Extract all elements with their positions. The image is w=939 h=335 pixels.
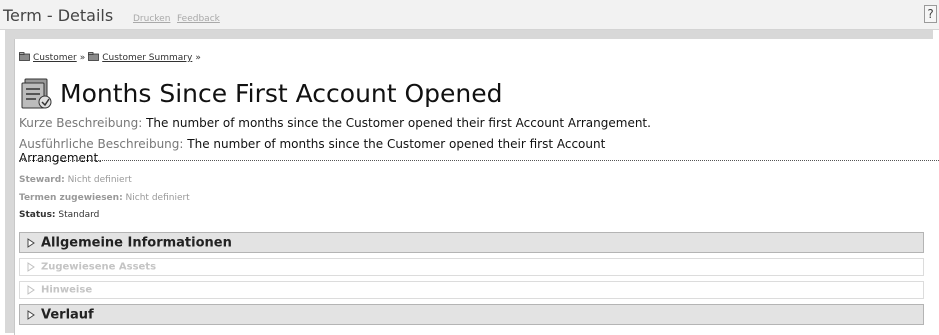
breadcrumb-separator: » xyxy=(195,53,201,63)
steward-value: Nicht definiert xyxy=(67,175,132,185)
divider xyxy=(19,160,939,161)
short-description: Kurze Beschreibung: The number of months… xyxy=(19,116,651,130)
section-zugewiesene-assets[interactable]: Zugewiesene Assets xyxy=(19,258,924,276)
section-hinweise[interactable]: Hinweise xyxy=(19,281,924,299)
section-label: Hinweise xyxy=(41,284,93,296)
section-label: Verlauf xyxy=(41,307,94,322)
breadcrumb: Customer» Customer Summary» xyxy=(19,52,204,63)
steward-label: Steward: xyxy=(19,175,65,185)
expand-arrow-icon xyxy=(27,285,35,295)
breadcrumb-link-customer-summary[interactable]: Customer Summary xyxy=(102,53,192,63)
status-label: Status: xyxy=(19,210,56,220)
short-description-value: The number of months since the Customer … xyxy=(146,116,651,130)
title-bar: Term - Details Drucken Feedback ? xyxy=(0,0,939,30)
assigned-row: Termen zugewiesen: Nicht definiert xyxy=(19,193,190,203)
expand-arrow-icon xyxy=(27,309,35,320)
steward-row: Steward: Nicht definiert xyxy=(19,175,132,185)
breadcrumb-link-customer[interactable]: Customer xyxy=(33,53,77,63)
section-label: Allgemeine Informationen xyxy=(41,235,232,250)
short-description-label: Kurze Beschreibung: xyxy=(19,116,143,130)
feedback-link[interactable]: Feedback xyxy=(177,14,220,24)
breadcrumb-separator: » xyxy=(79,53,86,63)
long-description-label: Ausführliche Beschreibung: xyxy=(19,137,184,151)
print-link[interactable]: Drucken xyxy=(133,14,170,24)
folder-icon xyxy=(88,52,100,61)
term-icon xyxy=(21,78,52,109)
assigned-value: Nicht definiert xyxy=(125,193,190,203)
window-title: Term - Details xyxy=(3,6,114,25)
status-row: Status: Standard xyxy=(19,210,99,220)
expand-arrow-icon xyxy=(27,237,35,248)
section-allgemeine-informationen[interactable]: Allgemeine Informationen xyxy=(19,232,924,253)
section-label: Zugewiesene Assets xyxy=(41,261,157,273)
status-value: Standard xyxy=(58,210,100,220)
help-button[interactable]: ? xyxy=(924,5,937,23)
expand-arrow-icon xyxy=(27,262,35,272)
page-title: Months Since First Account Opened xyxy=(60,79,503,108)
folder-icon xyxy=(19,52,30,61)
section-verlauf[interactable]: Verlauf xyxy=(19,304,924,325)
assigned-label: Termen zugewiesen: xyxy=(19,193,123,203)
